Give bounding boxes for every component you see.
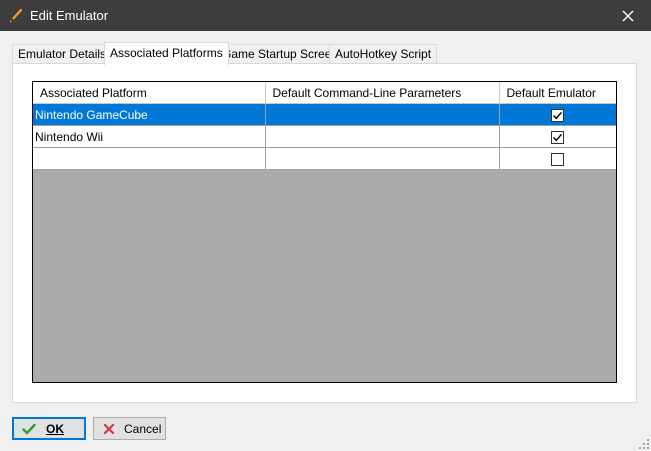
tab-game-startup-screen[interactable]: Game Startup Screen [216,44,345,64]
platforms-grid[interactable]: Associated Platform Default Command-Line… [32,81,617,383]
params-cell[interactable] [265,147,500,170]
table-row[interactable]: Nintendo Wii [33,125,616,148]
close-button[interactable] [605,0,651,31]
platform-cell[interactable]: Nintendo Wii [33,125,266,148]
platform-cell[interactable]: Nintendo GameCube [33,103,266,126]
column-header-command-line-parameters[interactable]: Default Command-Line Parameters [265,82,500,104]
checkmark-icon [553,133,563,141]
tab-label: AutoHotkey Script [335,47,432,61]
column-header-default-emulator[interactable]: Default Emulator [499,82,616,104]
associated-platforms-panel: Associated Platform Default Command-Line… [12,63,637,403]
tab-label: Game Startup Screen [222,47,339,61]
tab-emulator-details[interactable]: Emulator Details [12,44,113,64]
table-row[interactable]: Nintendo GameCube [33,103,616,126]
cancel-label: Cancel [124,421,162,436]
platform-cell[interactable] [33,147,266,170]
default-emulator-checkbox[interactable] [551,130,565,144]
ok-button[interactable]: OK [12,417,86,440]
grid-header-row: Associated Platform Default Command-Line… [33,82,616,104]
default-emulator-checkbox[interactable] [551,108,565,122]
title-bar: Edit Emulator [0,0,651,31]
tab-label: Associated Platforms [110,46,223,60]
edit-pencil-icon [9,8,23,23]
ok-label: OK [46,421,64,436]
params-cell[interactable] [265,125,500,148]
table-row-new[interactable] [33,147,616,170]
tab-autohotkey-script[interactable]: AutoHotkey Script [329,44,438,64]
checkmark-icon [22,423,36,434]
resize-grip-icon[interactable] [639,439,649,449]
default-emulator-cell[interactable] [499,147,616,170]
column-header-associated-platform[interactable]: Associated Platform [33,82,266,104]
cancel-button[interactable]: Cancel [93,417,166,440]
close-icon [622,10,634,21]
params-cell[interactable] [265,103,500,126]
default-emulator-cell[interactable] [499,103,616,126]
cancel-x-icon [103,423,115,434]
tab-associated-platforms[interactable]: Associated Platforms [104,42,229,65]
tab-label: Emulator Details [18,47,107,61]
default-emulator-cell[interactable] [499,125,616,148]
default-emulator-checkbox[interactable] [551,152,565,166]
checkmark-icon [553,111,563,119]
window-title: Edit Emulator [30,8,109,23]
